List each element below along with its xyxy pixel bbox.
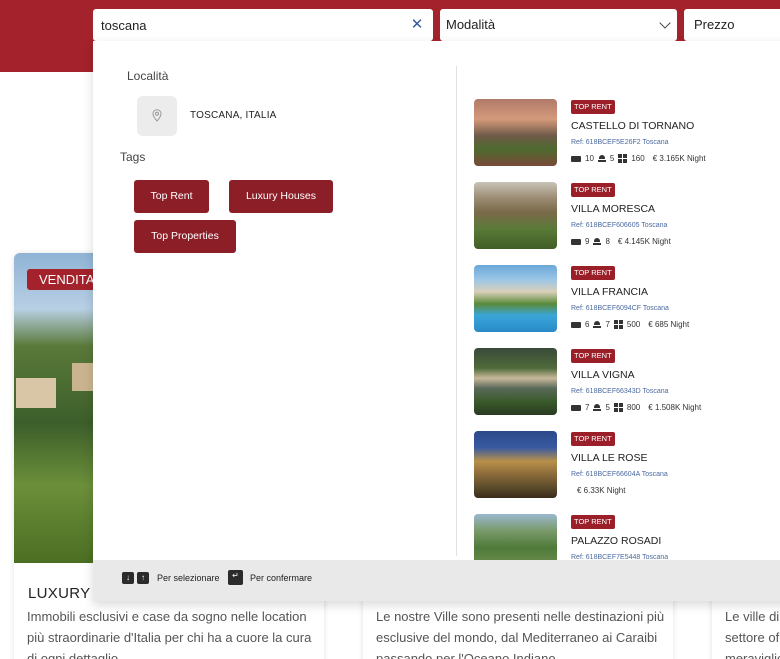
result-ref: Ref: 618BCEF5E26F2 Toscana [571, 139, 669, 146]
top-rent-badge: TOP RENT [571, 266, 615, 280]
result-item[interactable]: TOP RENT VILLA MORESCA Ref: 618BCEF60660… [473, 182, 780, 252]
price-select[interactable]: Prezzo [684, 9, 780, 41]
result-ref: Ref: 618BCEF66604A Toscana [571, 471, 668, 478]
bed-count: 9 [585, 237, 590, 246]
panel-divider [456, 66, 457, 556]
tag-luxury-houses[interactable]: Luxury Houses [229, 180, 333, 213]
result-name: VILLA LE ROSE [571, 452, 648, 464]
result-item[interactable]: TOP RENT VILLA FRANCIA Ref: 618BCEF6094C… [473, 265, 780, 335]
result-item[interactable]: TOP RENT PALAZZO ROSADI Ref: 618BCEF7E54… [473, 514, 780, 561]
result-ref: Ref: 618BCEF6094CF Toscana [571, 305, 669, 312]
card-description: Le nostre Ville sono presenti nelle dest… [376, 609, 665, 659]
result-photo [474, 514, 557, 561]
bed-icon [571, 321, 581, 328]
result-photo [474, 182, 557, 249]
card-description-line: Le ville di settore of meraviglio [725, 609, 780, 659]
bed-count: 6 [585, 320, 590, 329]
area-icon [613, 320, 623, 329]
tag-top-rent[interactable]: Top Rent [134, 180, 209, 213]
result-price: € 685 Night [648, 320, 690, 329]
bath-count: 5 [605, 403, 610, 412]
arrow-down-icon: ↓ [122, 572, 134, 584]
mode-select[interactable]: Modalità [440, 9, 677, 41]
result-name: PALAZZO ROSADI [571, 535, 662, 547]
result-name: VILLA VIGNA [571, 369, 635, 381]
result-meta: 10 5 160 € 3.165K Night [571, 154, 706, 163]
location-label: TOSCANA, ITALIA [190, 110, 277, 121]
location-item[interactable]: TOSCANA, ITALIA [137, 96, 397, 136]
tags-heading: Tags [120, 150, 146, 164]
top-rent-badge: TOP RENT [571, 100, 615, 114]
tag-top-properties[interactable]: Top Properties [134, 220, 236, 253]
select-hint: Per selezionare [157, 573, 220, 583]
result-item[interactable]: TOP RENT CASTELLO DI TORNANO Ref: 618BCE… [473, 99, 780, 169]
mode-select-label: Modalità [446, 17, 496, 32]
bed-icon [571, 404, 581, 411]
result-price: € 3.165K Night [652, 154, 706, 163]
top-rent-badge: TOP RENT [571, 183, 615, 197]
result-ref: Ref: 618BCEF606605 Toscana [571, 222, 668, 229]
result-name: CASTELLO DI TORNANO [571, 120, 695, 132]
price-select-label: Prezzo [694, 17, 735, 32]
top-rent-badge: TOP RENT [571, 349, 615, 363]
result-meta: 6 7 500 € 685 Night [571, 320, 689, 329]
bath-icon [593, 403, 602, 412]
bed-icon [571, 155, 581, 162]
result-photo [474, 265, 557, 332]
result-name: VILLA FRANCIA [571, 286, 649, 298]
result-item[interactable]: TOP RENT VILLA VIGNA Ref: 618BCEF66343D … [473, 348, 780, 418]
result-photo [474, 348, 557, 415]
bath-count: 8 [605, 237, 610, 246]
area-value: 800 [626, 403, 641, 412]
bath-icon [593, 320, 602, 329]
bath-icon [597, 154, 606, 163]
bath-count: 7 [605, 320, 610, 329]
bath-count: 5 [609, 154, 615, 163]
result-photo [474, 99, 557, 166]
top-rent-badge: TOP RENT [571, 432, 615, 446]
result-meta: 9 8 € 4.145K Night [571, 237, 671, 246]
search-input[interactable] [101, 9, 401, 41]
result-ref: Ref: 618BCEF66343D Toscana [571, 388, 669, 395]
chevron-down-icon [659, 17, 671, 29]
result-photo [474, 431, 557, 498]
card-description: Immobili esclusivi e case da sogno nelle… [27, 609, 312, 659]
result-name: VILLA MORESCA [571, 203, 656, 215]
area-icon [613, 403, 623, 412]
arrow-up-icon: ↑ [137, 572, 149, 584]
result-price: € 6.33K Night [577, 486, 626, 495]
map-pin-icon [137, 96, 177, 136]
search-box: ✕ [93, 9, 433, 41]
card-description: Le ville di settore of meraviglio [725, 606, 780, 659]
result-meta: € 6.33K Night [571, 486, 625, 495]
bed-count: 10 [585, 154, 594, 163]
result-meta: 7 5 800 € 1.508K Night [571, 403, 701, 412]
confirm-hint: Per confermare [250, 573, 313, 583]
bath-icon [593, 237, 602, 246]
area-value: 160 [631, 154, 645, 163]
top-rent-badge: TOP RENT [571, 515, 615, 529]
bed-count: 7 [585, 403, 590, 412]
result-price: € 4.145K Night [617, 237, 671, 246]
area-icon [618, 154, 628, 163]
result-price: € 1.508K Night [648, 403, 702, 412]
result-item[interactable]: TOP RENT VILLA LE ROSE Ref: 618BCEF66604… [473, 431, 780, 501]
enter-key-icon: ↵ [228, 570, 243, 585]
search-suggestions-panel: Località TOSCANA, ITALIA Tags Top Rent L… [93, 41, 780, 601]
area-value: 500 [626, 320, 641, 329]
bed-icon [571, 238, 581, 245]
locations-heading: Località [127, 69, 169, 83]
close-icon[interactable]: ✕ [409, 17, 425, 33]
keyboard-hint-bar: ↓ ↑ Per selezionare ↵ Per confermare [93, 560, 780, 601]
results-list: TOP RENT CASTELLO DI TORNANO Ref: 618BCE… [473, 99, 780, 561]
